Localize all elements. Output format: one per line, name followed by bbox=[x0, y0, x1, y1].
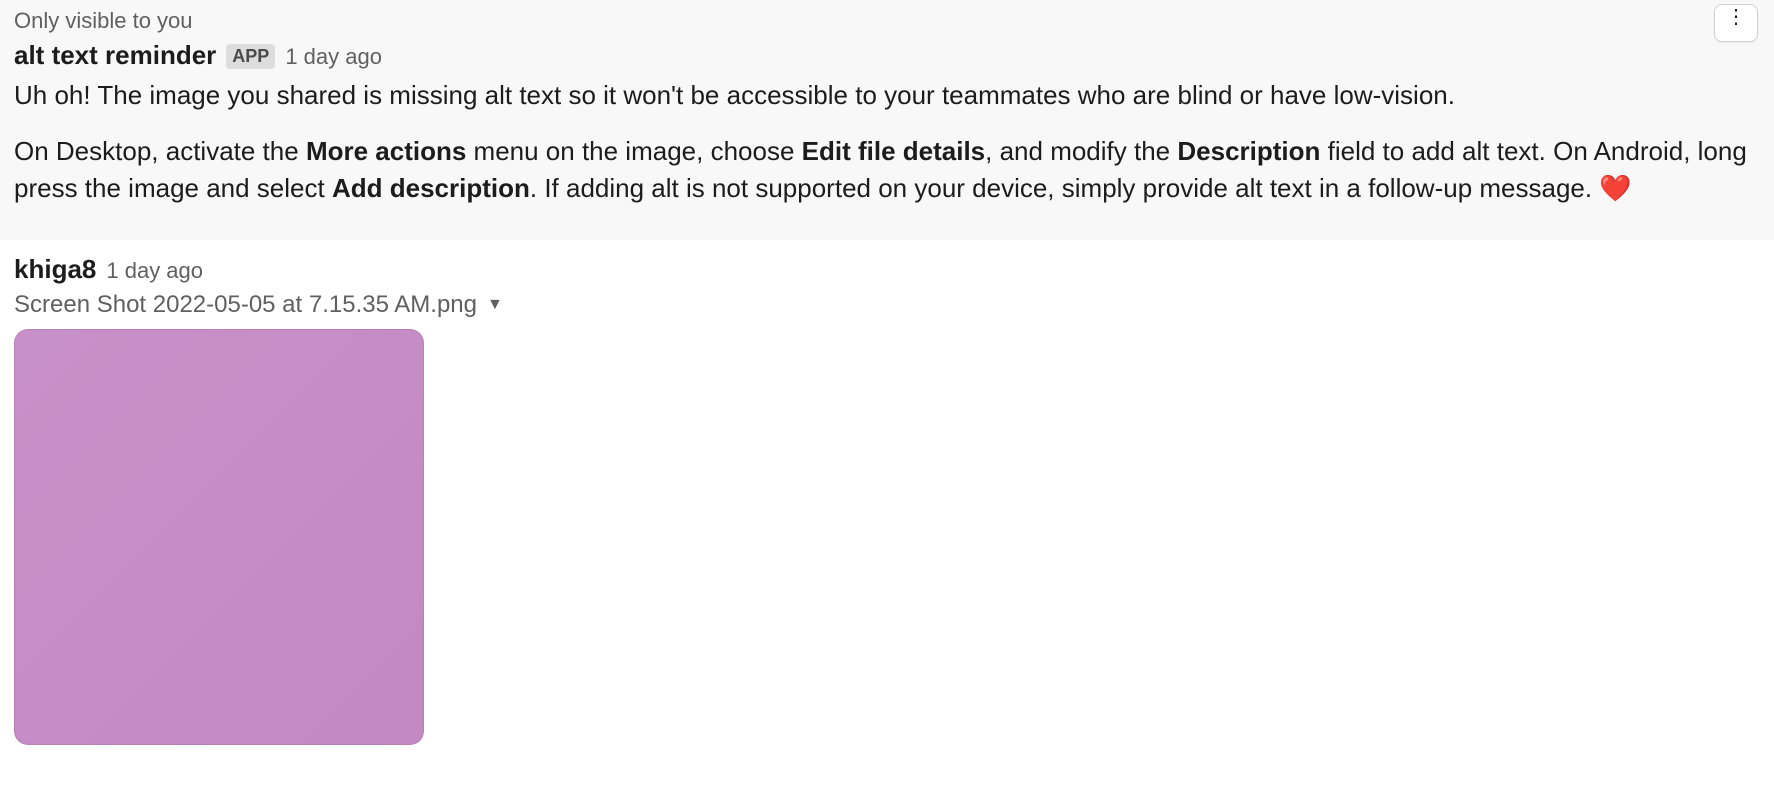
image-thumbnail[interactable] bbox=[14, 329, 424, 745]
file-name[interactable]: Screen Shot 2022-05-05 at 7.15.35 AM.png bbox=[14, 291, 477, 319]
sender-name[interactable]: alt text reminder bbox=[14, 40, 216, 71]
file-attachment-header: Screen Shot 2022-05-05 at 7.15.35 AM.png… bbox=[14, 291, 1760, 319]
message-header: khiga8 1 day ago bbox=[14, 254, 1760, 285]
visibility-notice: Only visible to you bbox=[14, 8, 1760, 34]
message-header: alt text reminder APP 1 day ago bbox=[14, 40, 1760, 71]
heart-icon: ❤️ bbox=[1599, 173, 1631, 203]
sender-name[interactable]: khiga8 bbox=[14, 254, 96, 285]
body-paragraph-1: Uh oh! The image you shared is missing a… bbox=[14, 77, 1760, 115]
message-timestamp[interactable]: 1 day ago bbox=[106, 258, 203, 284]
user-message: khiga8 1 day ago Screen Shot 2022-05-05 … bbox=[0, 240, 1774, 785]
body-paragraph-2: On Desktop, activate the More actions me… bbox=[14, 133, 1760, 208]
ephemeral-message: ⋮ Only visible to you alt text reminder … bbox=[0, 0, 1774, 240]
app-badge: APP bbox=[226, 44, 275, 69]
more-actions-button[interactable]: ⋮ bbox=[1714, 4, 1758, 42]
message-body: Uh oh! The image you shared is missing a… bbox=[14, 77, 1760, 208]
message-timestamp[interactable]: 1 day ago bbox=[285, 44, 382, 70]
chevron-down-icon[interactable]: ▼ bbox=[487, 296, 503, 314]
ellipsis-icon: ⋮ bbox=[1726, 7, 1746, 27]
